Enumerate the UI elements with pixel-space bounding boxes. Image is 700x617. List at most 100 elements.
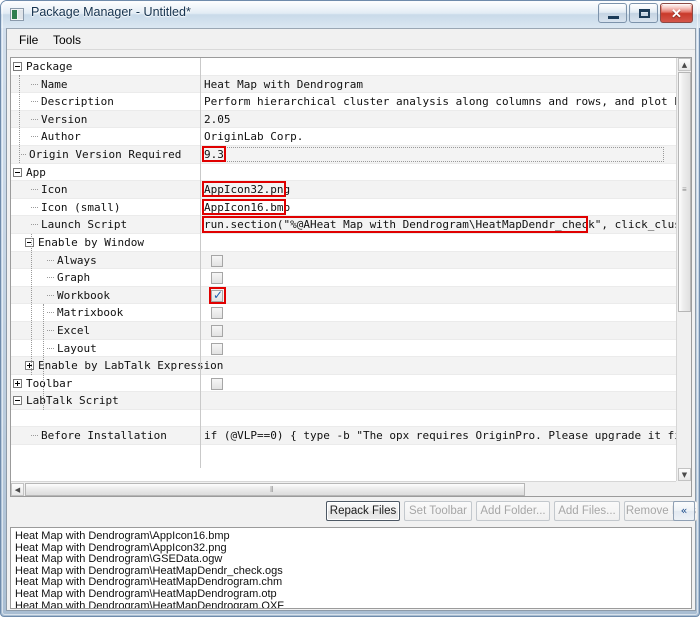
tree-row-value-cell[interactable] (201, 375, 681, 392)
tree-vertical-scrollbar[interactable]: ▲ ≡ ▼ (676, 58, 691, 481)
tree-connector (31, 136, 38, 137)
tree-row[interactable]: Layout (11, 340, 681, 358)
tree-row-value-cell[interactable]: AppIcon32.png (201, 181, 681, 198)
vertical-scroll-thumb[interactable]: ≡ (678, 72, 691, 312)
tree-horizontal-scrollbar[interactable]: ◀ ‖ (11, 481, 676, 496)
checkbox-checked[interactable] (211, 290, 223, 302)
packed-file-list[interactable]: Heat Map with Dendrogram\AppIcon16.bmp He… (10, 527, 692, 609)
tree-row-value-cell[interactable] (201, 234, 681, 251)
checkbox-unchecked[interactable] (211, 343, 223, 355)
tree-row-label: Enable by LabTalk Expression (38, 359, 223, 373)
tree-row-value-cell[interactable] (201, 357, 681, 374)
tree-connector (31, 224, 38, 225)
tree-row-value-cell[interactable]: 2.05 (201, 111, 681, 128)
tree-row-value-cell[interactable] (201, 252, 681, 269)
chevron-up-icon: ▲ (679, 59, 690, 72)
menu-bar: File Tools (7, 29, 695, 50)
tree-row-value: if (@VLP==0) { type -b "The opx requires… (204, 429, 681, 443)
menu-file[interactable]: File (13, 32, 44, 48)
tree-row[interactable]: Always (11, 252, 681, 270)
tree-row-value-cell[interactable] (201, 58, 681, 75)
tree-row[interactable]: LabTalk Script (11, 392, 681, 410)
tree-connector (31, 234, 32, 375)
tree-row-value-cell[interactable] (201, 340, 681, 357)
scrollbar-corner (676, 481, 691, 496)
tree-row[interactable]: Toolbar (11, 375, 681, 393)
tree-row-label: Name (41, 78, 68, 92)
tree-connector (47, 330, 54, 331)
tree-row[interactable]: Package (11, 58, 681, 76)
repack-files-button[interactable]: Repack Files (326, 501, 400, 521)
tree-row[interactable]: IconAppIcon32.png (11, 181, 681, 199)
tree-row[interactable]: Enable by Window (11, 234, 681, 252)
close-button[interactable]: ✕ (660, 3, 693, 23)
menu-tools[interactable]: Tools (47, 32, 87, 48)
list-item[interactable]: Heat Map with Dendrogram\HeatMapDendrogr… (15, 601, 687, 609)
tree-row-label: Layout (57, 342, 97, 356)
checkbox-unchecked[interactable] (211, 272, 223, 284)
tree-row-label: Origin Version Required (29, 148, 181, 162)
checkbox-unchecked[interactable] (211, 307, 223, 319)
expand-icon[interactable] (13, 379, 22, 388)
horizontal-scroll-thumb[interactable]: ‖ (25, 483, 525, 496)
tree-row[interactable]: Description Perform hierarchical cluster … (11, 93, 681, 111)
collapse-icon[interactable] (13, 62, 22, 71)
collapse-panel-button[interactable]: « (673, 501, 695, 521)
tree-row-value-cell[interactable] (201, 392, 681, 409)
tree-row-value-cell[interactable]: AppIcon16.bmp (201, 199, 681, 216)
checkbox-unchecked[interactable] (211, 325, 223, 337)
list-item[interactable]: Heat Map with Dendrogram\AppIcon16.bmp (15, 531, 687, 543)
tree-row[interactable] (11, 410, 681, 428)
tree-connector (47, 260, 54, 261)
tree-row-value-cell[interactable]: OriginLab Corp. (201, 128, 681, 145)
tree-row-value-cell[interactable]: Heat Map with Dendrogram (201, 76, 681, 93)
tree-row[interactable]: Version2.05 (11, 111, 681, 129)
checkbox-unchecked[interactable] (211, 255, 223, 267)
tree-row-label: Matrixbook (57, 306, 123, 320)
tree-row-value-cell[interactable] (201, 304, 681, 321)
tree-row-label: Description (41, 95, 114, 109)
value-input-field[interactable] (202, 147, 664, 162)
tree-row-value: run.section("%@AHeat Map with Dendrogram… (204, 218, 681, 232)
checkbox-unchecked[interactable] (211, 378, 223, 390)
tree-row-value-cell[interactable]: run.section("%@AHeat Map with Dendrogram… (201, 216, 681, 233)
tree-row-value-cell[interactable]: Perform hierarchical cluster analysis al… (201, 93, 681, 110)
tree-row-value-cell[interactable] (201, 287, 681, 304)
tree-row[interactable]: AuthorOriginLab Corp. (11, 128, 681, 146)
tree-row-value-cell[interactable] (201, 269, 681, 286)
tree-row[interactable]: App (11, 164, 681, 182)
tree-row[interactable]: Excel (11, 322, 681, 340)
tree-row[interactable]: Workbook (11, 287, 681, 305)
scroll-left-button[interactable]: ◀ (11, 483, 24, 496)
collapse-icon[interactable] (13, 168, 22, 177)
column-divider[interactable] (200, 58, 201, 468)
tree-row-value-cell[interactable] (201, 410, 681, 427)
expand-icon[interactable] (25, 361, 34, 370)
tree-row[interactable]: Name Heat Map with Dendrogram (11, 76, 681, 94)
title-bar[interactable]: Package Manager - Untitled* ✕ (1, 1, 700, 28)
tree-row[interactable]: Origin Version Required 9.3 (11, 146, 681, 164)
tree-row-label: LabTalk Script (26, 394, 119, 408)
collapse-icon[interactable] (13, 396, 22, 405)
tree-row[interactable]: Before Installationif (@VLP==0) { type -… (11, 427, 681, 445)
tree-row[interactable]: Matrixbook (11, 304, 681, 322)
list-item[interactable]: Heat Map with Dendrogram\HeatMapDendrogr… (15, 589, 687, 601)
tree-row[interactable]: Graph (11, 269, 681, 287)
tree-row-value-cell[interactable]: 9.3 (201, 146, 681, 163)
tree-row[interactable]: Enable by LabTalk Expression (11, 357, 681, 375)
maximize-button[interactable] (629, 3, 658, 23)
tree-row[interactable]: Icon (small)AppIcon16.bmp (11, 199, 681, 217)
scroll-down-button[interactable]: ▼ (678, 468, 691, 481)
tree-row-value-cell[interactable]: if (@VLP==0) { type -b "The opx requires… (201, 427, 681, 444)
collapse-icon[interactable] (25, 238, 34, 247)
set-toolbar-button: Set Toolbar (404, 501, 472, 521)
tree-row-value-cell[interactable] (201, 322, 681, 339)
client-area: File Tools Package Name Heat Map with Dend… (6, 28, 696, 611)
scroll-up-button[interactable]: ▲ (678, 58, 691, 71)
tree-row-value-cell[interactable] (201, 164, 681, 181)
scroll-grip-icon: ‖ (270, 485, 273, 494)
tree-connector (47, 348, 54, 349)
tree-row[interactable]: Launch Scriptrun.section("%@AHeat Map wi… (11, 216, 681, 234)
minimize-button[interactable] (598, 3, 627, 23)
tree-connector (47, 277, 54, 278)
